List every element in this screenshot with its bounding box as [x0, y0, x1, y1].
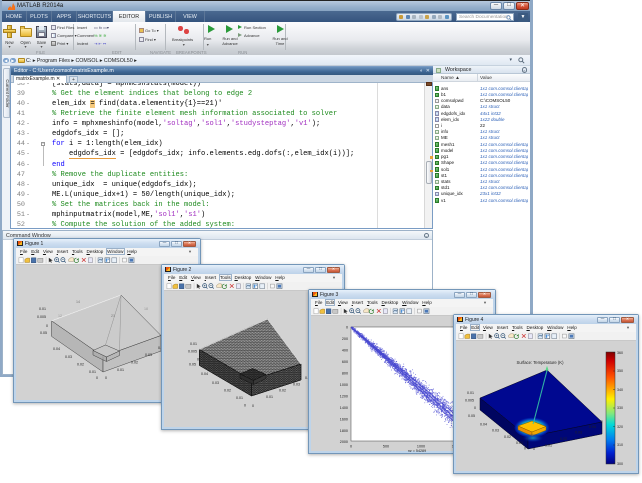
- svg-text:0: 0: [105, 376, 107, 380]
- svg-text:0: 0: [46, 324, 48, 328]
- svg-text:200: 200: [342, 337, 348, 341]
- svg-text:14: 14: [76, 300, 80, 304]
- svg-text:0.04: 0.04: [480, 423, 487, 427]
- svg-text:500: 500: [383, 445, 389, 449]
- svg-text:330: 330: [617, 406, 623, 410]
- svg-text:0.01: 0.01: [516, 441, 523, 445]
- svg-text:0: 0: [533, 447, 535, 451]
- svg-text:0.05: 0.05: [468, 414, 475, 418]
- svg-text:1000: 1000: [340, 383, 348, 387]
- svg-text:0: 0: [524, 447, 526, 451]
- svg-text:350: 350: [617, 369, 623, 373]
- svg-text:0.03: 0.03: [492, 429, 499, 433]
- svg-text:0: 0: [197, 358, 199, 362]
- svg-text:0.01: 0.01: [545, 444, 552, 448]
- svg-text:0.01: 0.01: [190, 342, 197, 346]
- svg-text:0.03: 0.03: [575, 431, 582, 435]
- svg-text:1600: 1600: [340, 418, 348, 422]
- svg-text:0.01: 0.01: [89, 370, 96, 374]
- svg-text:320: 320: [617, 425, 623, 429]
- svg-text:0.01: 0.01: [39, 307, 46, 311]
- svg-text:0.01: 0.01: [467, 391, 474, 395]
- svg-text:400: 400: [342, 349, 348, 353]
- svg-text:0.04: 0.04: [589, 425, 596, 429]
- svg-text:0.03: 0.03: [65, 355, 72, 359]
- svg-text:0.03: 0.03: [212, 381, 219, 385]
- svg-text:0: 0: [346, 326, 348, 330]
- svg-text:0.02: 0.02: [560, 437, 567, 441]
- svg-text:800: 800: [342, 372, 348, 376]
- svg-text:0.05: 0.05: [40, 331, 47, 335]
- svg-text:0.01: 0.01: [236, 396, 243, 400]
- svg-text:0.02: 0.02: [504, 435, 511, 439]
- svg-text:0: 0: [474, 406, 476, 410]
- svg-text:12: 12: [58, 314, 62, 318]
- svg-text:0.02: 0.02: [131, 361, 138, 365]
- svg-text:0.02: 0.02: [77, 363, 84, 367]
- svg-text:0.005: 0.005: [37, 315, 46, 319]
- svg-text:18: 18: [144, 307, 148, 311]
- svg-text:0.04: 0.04: [201, 372, 208, 376]
- svg-text:310: 310: [617, 443, 623, 447]
- svg-text:360: 360: [617, 351, 623, 355]
- svg-text:0.05: 0.05: [189, 363, 196, 367]
- svg-text:340: 340: [617, 388, 623, 392]
- svg-text:0.005: 0.005: [188, 350, 197, 354]
- svg-text:1400: 1400: [340, 406, 348, 410]
- svg-text:0.03: 0.03: [293, 383, 300, 387]
- svg-text:300: 300: [617, 462, 623, 466]
- svg-text:0.02: 0.02: [224, 389, 231, 393]
- svg-text:1000: 1000: [417, 445, 425, 449]
- svg-text:1200: 1200: [340, 395, 348, 399]
- svg-text:21: 21: [111, 314, 115, 318]
- svg-text:2000: 2000: [340, 440, 348, 444]
- svg-text:0: 0: [350, 445, 352, 449]
- svg-text:nz = 54289: nz = 54289: [408, 449, 426, 453]
- svg-text:600: 600: [342, 360, 348, 364]
- svg-text:1800: 1800: [340, 429, 348, 433]
- svg-text:0.01: 0.01: [266, 395, 273, 399]
- svg-text:0: 0: [244, 404, 246, 408]
- svg-text:0: 0: [96, 376, 98, 380]
- svg-text:0.005: 0.005: [465, 399, 474, 403]
- svg-text:0.03: 0.03: [145, 353, 152, 357]
- svg-text:0: 0: [252, 404, 254, 408]
- svg-text:0.04: 0.04: [53, 347, 60, 351]
- svg-text:Surface: Temperature (K): Surface: Temperature (K): [517, 360, 565, 365]
- svg-text:0.01: 0.01: [117, 368, 124, 372]
- svg-text:0: 0: [601, 420, 603, 424]
- svg-text:0.02: 0.02: [279, 389, 286, 393]
